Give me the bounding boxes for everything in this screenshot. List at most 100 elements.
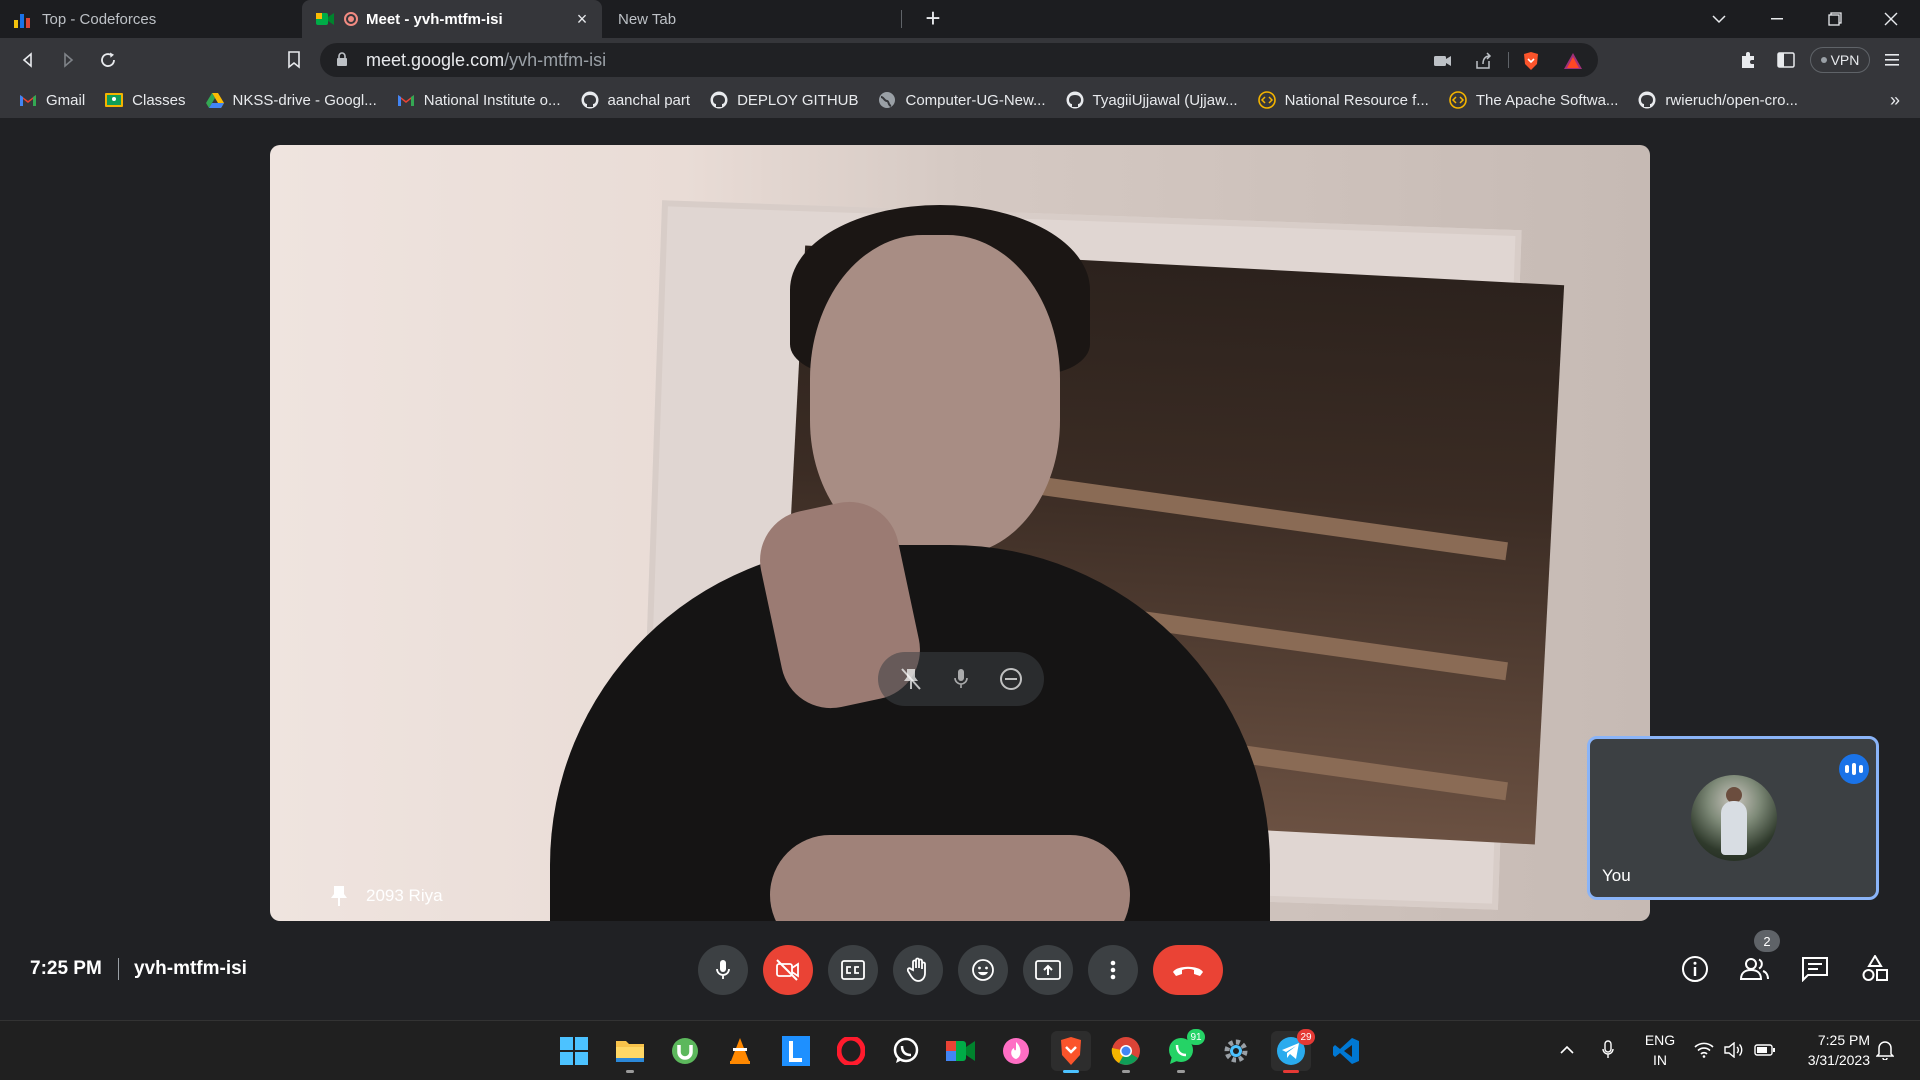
opera-icon[interactable]	[831, 1031, 871, 1071]
brave-browser-icon[interactable]	[1051, 1031, 1091, 1073]
tinder-icon[interactable]	[996, 1031, 1036, 1071]
attention-indicator	[1283, 1070, 1299, 1073]
unpin-icon[interactable]	[894, 662, 928, 696]
chat-icon[interactable]	[1797, 951, 1833, 987]
bookmark-tyagiiujjawal[interactable]: TyagiiUjjawal (Ujjaw...	[1065, 90, 1238, 110]
whatsapp-icon[interactable]: 91	[1161, 1029, 1205, 1073]
microphone-tray-icon[interactable]	[1602, 1020, 1620, 1080]
l-app-icon[interactable]	[776, 1031, 816, 1071]
new-tab-button[interactable]: +	[918, 4, 948, 34]
bookmark-deploy-github[interactable]: DEPLOY GITHUB	[709, 90, 858, 110]
telegram-unread-badge: 29	[1297, 1029, 1315, 1045]
chrome-icon[interactable]	[1106, 1031, 1146, 1073]
minimize-button[interactable]	[1748, 0, 1806, 38]
camera-off-button[interactable]	[763, 945, 813, 995]
restore-button[interactable]	[1806, 0, 1864, 38]
pin-icon	[330, 885, 352, 907]
share-icon[interactable]	[1472, 50, 1494, 72]
avatar-body	[1721, 801, 1747, 855]
gmail-icon	[396, 90, 416, 110]
bookmark-aanchal-part[interactable]: aanchal part	[580, 90, 690, 110]
vscode-icon[interactable]	[1326, 1031, 1366, 1071]
menu-icon[interactable]	[1876, 44, 1908, 76]
code-icon	[1257, 90, 1277, 110]
browser-toolbar: meet.google.com/yvh-mtfm-isi VPN	[0, 38, 1920, 82]
active-indicator	[1063, 1070, 1079, 1073]
microphone-button[interactable]	[698, 945, 748, 995]
start-button[interactable]	[554, 1031, 594, 1071]
present-screen-button[interactable]	[1023, 945, 1073, 995]
gmail-icon	[18, 90, 38, 110]
wifi-icon[interactable]	[1694, 1020, 1716, 1080]
region-code: IN	[1653, 1052, 1667, 1068]
brave-shields-icon[interactable]	[1520, 50, 1542, 72]
running-indicator	[1122, 1070, 1130, 1073]
bookmark-icon[interactable]	[278, 44, 310, 76]
show-hidden-icons[interactable]	[1560, 1020, 1580, 1080]
more-options-button[interactable]	[1088, 945, 1138, 995]
reload-button[interactable]	[92, 44, 124, 76]
back-button[interactable]	[12, 44, 44, 76]
bookmark-classes[interactable]: Classes	[104, 90, 186, 110]
classroom-icon	[104, 90, 124, 110]
extensions-icon[interactable]	[1732, 44, 1764, 76]
vlc-icon[interactable]	[720, 1031, 760, 1071]
mute-participant-icon[interactable]	[944, 662, 978, 696]
bookmark-nkss-drive[interactable]: NKSS-drive - Googl...	[205, 90, 377, 110]
settings-icon[interactable]	[1216, 1031, 1256, 1071]
speaking-indicator-icon	[1839, 754, 1869, 784]
tab-meet[interactable]: Meet - yvh-mtfm-isi ×	[302, 0, 602, 38]
volume-icon[interactable]	[1724, 1020, 1746, 1080]
clock-time: 7:25 PM	[1817, 1032, 1870, 1048]
google-meet-app-icon[interactable]	[941, 1031, 981, 1071]
vpn-button[interactable]: VPN	[1810, 47, 1870, 73]
code-icon	[1448, 90, 1468, 110]
bookmarks-overflow-icon[interactable]: »	[1890, 90, 1900, 111]
notification-bell-icon[interactable]	[1876, 1020, 1898, 1080]
reactions-button[interactable]	[958, 945, 1008, 995]
bookmark-apache[interactable]: The Apache Softwa...	[1448, 90, 1618, 110]
brave-rewards-icon[interactable]	[1562, 50, 1584, 72]
raise-hand-button[interactable]	[893, 945, 943, 995]
self-view-tile[interactable]: You	[1587, 736, 1879, 900]
leave-call-button[interactable]	[1153, 945, 1223, 995]
forward-button[interactable]	[52, 44, 84, 76]
self-name-label: You	[1602, 866, 1631, 885]
battery-icon[interactable]	[1754, 1020, 1778, 1080]
running-indicator	[626, 1070, 634, 1073]
tab-codeforces[interactable]: Top - Codeforces	[0, 0, 300, 38]
self-avatar	[1691, 775, 1777, 861]
bookmark-gmail[interactable]: Gmail	[18, 90, 85, 110]
bookmarks-bar: Gmail Classes NKSS-drive - Googl... Nati…	[0, 82, 1920, 118]
utorrent-icon[interactable]	[665, 1031, 705, 1071]
close-window-button[interactable]	[1862, 0, 1920, 38]
meeting-details-icon[interactable]	[1677, 951, 1713, 987]
tab-search-icon[interactable]	[1690, 0, 1748, 38]
windows-taskbar: 91 29	[0, 1020, 1920, 1080]
input-language[interactable]: ENG IN	[1643, 1030, 1677, 1070]
file-explorer-icon[interactable]	[610, 1031, 650, 1073]
tab-title: New Tab	[618, 10, 677, 28]
bookmark-national-institute[interactable]: National Institute o...	[396, 90, 561, 110]
main-video-tile[interactable]: 2093 Riya	[270, 145, 1650, 921]
close-tab-icon[interactable]: ×	[572, 9, 592, 29]
whatsapp-desktop-icon[interactable]	[886, 1031, 926, 1071]
github-icon	[1065, 90, 1085, 110]
github-icon	[1637, 90, 1657, 110]
system-clock[interactable]: 7:25 PM 3/31/2023	[1790, 1030, 1870, 1070]
tab-new-tab[interactable]: New Tab	[604, 0, 900, 38]
tile-hover-controls	[878, 652, 1044, 706]
camera-in-use-icon[interactable]	[1432, 50, 1454, 72]
address-bar[interactable]: meet.google.com/yvh-mtfm-isi	[320, 43, 1598, 77]
whatsapp-unread-badge: 91	[1187, 1029, 1205, 1045]
lock-icon[interactable]	[336, 52, 350, 68]
sidebar-icon[interactable]	[1770, 44, 1802, 76]
activities-icon[interactable]	[1857, 951, 1893, 987]
remove-participant-icon[interactable]	[994, 662, 1028, 696]
people-icon[interactable]	[1737, 951, 1773, 987]
telegram-icon[interactable]: 29	[1271, 1029, 1315, 1073]
captions-button[interactable]	[828, 945, 878, 995]
bookmark-national-resource[interactable]: National Resource f...	[1257, 90, 1429, 110]
bookmark-rwieruch[interactable]: rwieruch/open-cro...	[1637, 90, 1798, 110]
bookmark-computer-ug[interactable]: Computer-UG-New...	[877, 90, 1046, 110]
